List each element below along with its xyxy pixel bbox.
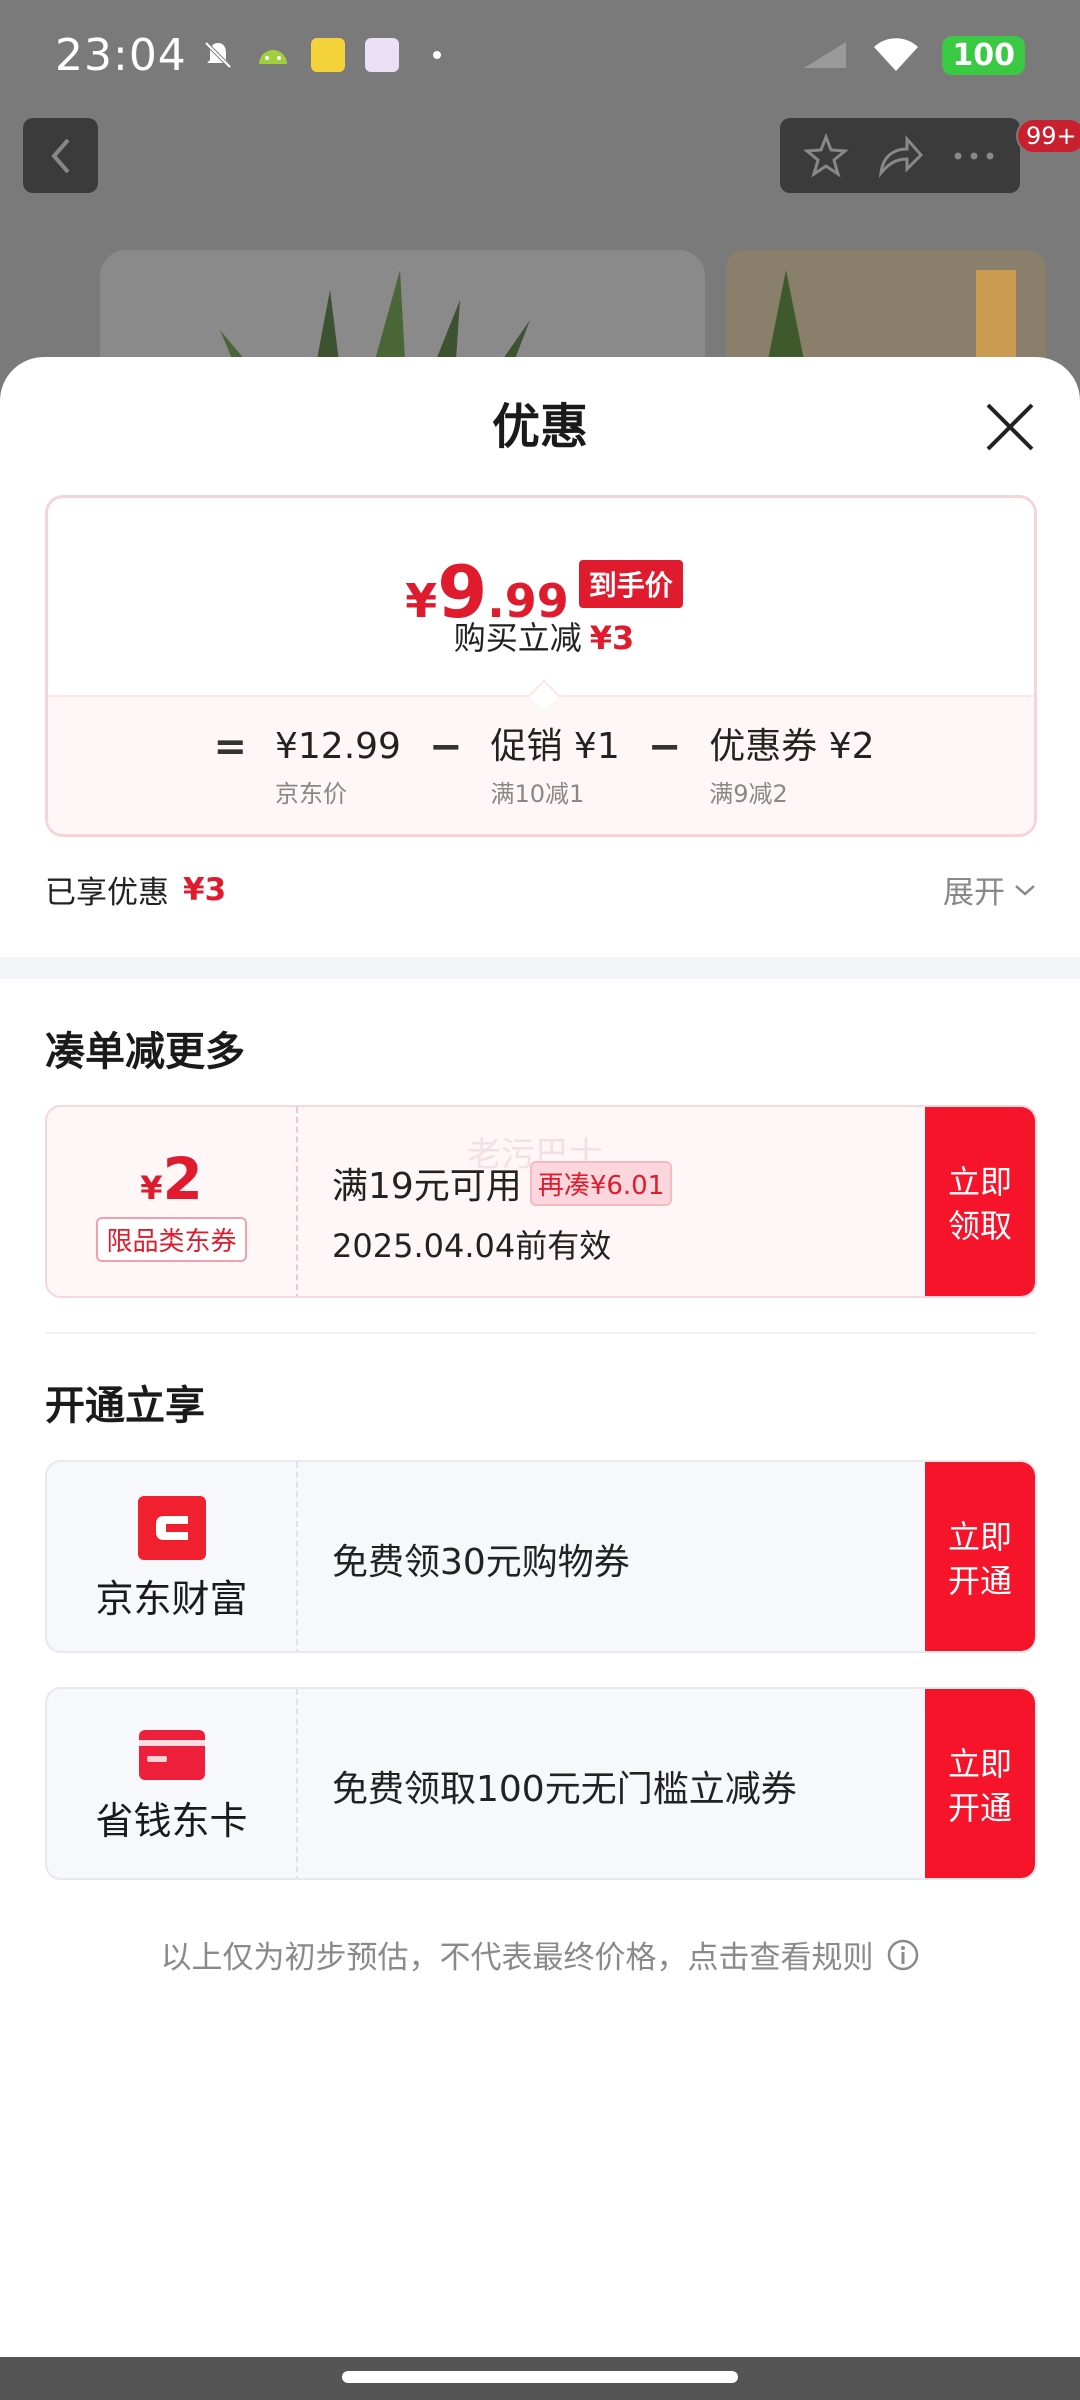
enjoyed-discount-label: 已享优惠: [45, 875, 169, 911]
home-indicator[interactable]: [342, 2371, 738, 2383]
signal-icon: [804, 42, 847, 68]
service-name: 省钱东卡: [95, 1799, 248, 1843]
mute-icon: [204, 41, 232, 69]
app-icon-2: [364, 38, 399, 72]
service-card-jd-finance: 京东财富 免费领30元购物券 立即 开通: [45, 1460, 1037, 1653]
sheet-title: 优惠: [491, 399, 588, 455]
coupon-card: ¥2 限品类东券 老污巴士 满19元可用 再凑¥6.01 2025.04.04前有…: [45, 1105, 1037, 1298]
service-name: 京东财富: [95, 1577, 248, 1621]
enjoyed-discount-row: 已享优惠 ¥3 展开: [45, 867, 1037, 912]
final-price-tag: 到手价: [578, 560, 683, 608]
share-icon[interactable]: [875, 133, 925, 179]
status-time: 23:04: [55, 29, 187, 81]
close-icon[interactable]: [982, 399, 1038, 455]
breakdown-label: 满10减1: [490, 780, 585, 808]
dot-icon: [432, 51, 441, 59]
section-title-open: 开通立享: [45, 1383, 205, 1429]
instant-discount-value: ¥3: [589, 619, 635, 657]
price-card: ¥9.99 到手价 购买立减 ¥3 = ¥12.99 京东价 − 促销 ¥1 满10…: [45, 495, 1037, 837]
chevron-left-icon: [50, 138, 70, 173]
app-icon: [310, 38, 345, 72]
breakdown-value: ¥12.99: [274, 726, 401, 767]
expand-label: 展开: [943, 875, 1005, 911]
service-offer-text: 免费领30元购物券: [332, 1541, 630, 1583]
top-actions: [780, 118, 1020, 193]
breakdown-label: 京东价: [274, 780, 347, 808]
service-offer-text: 免费领取100元无门槛立减券: [332, 1768, 797, 1810]
breakdown-jd-price: ¥12.99 京东价: [275, 722, 401, 809]
claim-coupon-button[interactable]: 立即 领取: [925, 1107, 1035, 1296]
price-breakdown: = ¥12.99 京东价 − 促销 ¥1 满10减1 − 优惠券 ¥2 满9减2: [48, 695, 1034, 834]
minus-sign: −: [647, 724, 682, 770]
open-savings-card-button[interactable]: 立即 开通: [925, 1689, 1035, 1878]
equals-sign: =: [213, 724, 247, 770]
coupon-condition: 满19元可用: [332, 1166, 522, 1207]
minus-sign: −: [428, 724, 463, 770]
instant-discount: 购买立减 ¥3: [48, 613, 1034, 659]
breakdown-promotion: 促销 ¥1 满10减1: [490, 722, 619, 809]
back-button[interactable]: [23, 118, 98, 193]
breakdown-coupon: 优惠券 ¥2 满9减2: [709, 722, 874, 809]
android-icon: [258, 50, 287, 64]
chevron-down-icon: [1015, 884, 1035, 896]
service-card-savings-card: 省钱东卡 免费领取100元无门槛立减券 立即 开通: [45, 1687, 1037, 1880]
coupon-type-tag: 限品类东券: [96, 1217, 247, 1262]
expand-button[interactable]: 展开: [943, 867, 1037, 912]
breakdown-value: 优惠券 ¥2: [709, 726, 875, 767]
service-brand: 京东财富: [47, 1462, 298, 1651]
enjoyed-discount-value: ¥3: [183, 871, 227, 908]
section-divider: [0, 957, 1080, 979]
coupon-amount-area: ¥2 限品类东券: [47, 1107, 298, 1296]
jd-finance-icon: [137, 1496, 206, 1560]
message-badge: 99+: [1016, 118, 1080, 154]
service-brand: 省钱东卡: [47, 1689, 298, 1878]
coupon-expiry: 2025.04.04前有效: [332, 1227, 612, 1265]
battery-icon: 100: [942, 35, 1025, 75]
more-icon[interactable]: [951, 146, 997, 166]
discount-sheet: 优惠 ¥9.99 到手价 购买立减 ¥3 = ¥12.99 京东价 − 促销 ¥1 …: [0, 357, 1080, 2357]
coupon-details: 满19元可用 再凑¥6.01 2025.04.04前有效: [332, 1157, 673, 1267]
coupon-currency: ¥: [140, 1169, 163, 1207]
footer-note-text: 以上仅为初步预估，不代表最终价格，点击查看规则: [160, 1940, 874, 1976]
system-nav-bar: [0, 2357, 1080, 2400]
breakdown-value: 促销 ¥1: [490, 726, 620, 767]
info-icon: [887, 1939, 918, 1970]
star-icon[interactable]: [803, 132, 849, 179]
breakdown-label: 满9减2: [709, 780, 788, 808]
section-separator: [45, 1332, 1037, 1334]
coupon-add-more-tag: 再凑¥6.01: [529, 1160, 673, 1206]
savings-card-icon: [138, 1730, 205, 1780]
section-title-more: 凑单减更多: [45, 1029, 245, 1075]
coupon-amount: 2: [162, 1145, 203, 1213]
wifi-icon: [874, 38, 919, 71]
status-bar: 23:04 100: [0, 0, 1080, 110]
footer-rules-link[interactable]: 以上仅为初步预估，不代表最终价格，点击查看规则: [0, 1932, 1080, 1977]
open-jd-finance-button[interactable]: 立即 开通: [925, 1462, 1035, 1651]
instant-discount-label: 购买立减: [453, 619, 582, 657]
